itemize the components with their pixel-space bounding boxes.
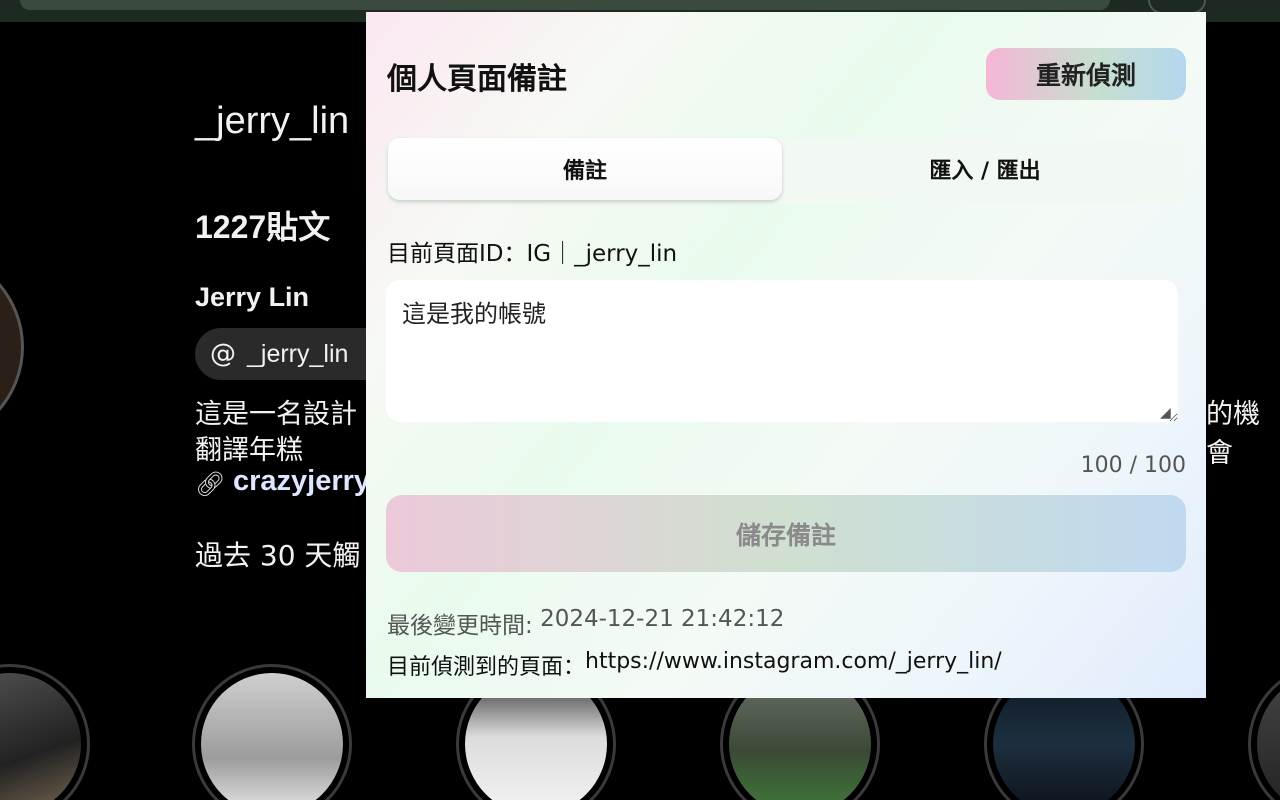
last-changed-value: 2024-12-21 21:42:12 xyxy=(540,606,785,632)
tab-import-export[interactable]: 匯入 / 匯出 xyxy=(788,138,1182,200)
detected-page-row: 目前偵測到的頁面： https://www.instagram.com/_jer… xyxy=(387,649,1002,681)
profile-posts-count[interactable]: 1227貼文 xyxy=(195,202,330,248)
story-highlight[interactable] xyxy=(192,664,352,800)
profile-username: _jerry_lin xyxy=(195,100,350,142)
popup-title: 個人頁面備註 xyxy=(387,62,567,97)
story-highlight[interactable] xyxy=(1248,664,1280,800)
profile-bio-line1: 這是一名設計 xyxy=(195,399,357,430)
tab-bar: 備註 匯入 / 匯出 xyxy=(386,138,1186,204)
page-id-value: IG｜_jerry_lin xyxy=(526,241,678,267)
detected-page-url: https://www.instagram.com/_jerry_lin/ xyxy=(585,649,1002,674)
tab-notes[interactable]: 備註 xyxy=(388,138,782,200)
last-changed-row: 最後變更時間: 2024-12-21 21:42:12 xyxy=(387,606,784,640)
detected-page-label: 目前偵測到的頁面： xyxy=(387,655,586,680)
page-id-label: 目前頁面ID： xyxy=(387,241,527,267)
char-counter: 100 / 100 xyxy=(1081,453,1186,478)
save-note-button[interactable]: 儲存備註 xyxy=(386,495,1186,572)
redetect-button[interactable]: 重新偵測 xyxy=(986,48,1186,100)
char-counter-separator: / xyxy=(1122,453,1144,478)
profile-bio-line1-tail: 的機會 xyxy=(1206,399,1260,469)
page-id-row: 目前頁面ID： IG｜_jerry_lin xyxy=(387,234,677,268)
profile-reach-text: 過去 30 天觸 xyxy=(195,539,361,572)
threads-icon: @ xyxy=(210,339,236,369)
last-changed-label: 最後變更時間: xyxy=(387,613,541,639)
profile-external-link[interactable]: crazyjerry xyxy=(233,465,370,498)
profile-bio-line2: 翻譯年糕 xyxy=(195,435,303,466)
threads-handle: _jerry_lin xyxy=(247,339,349,368)
screen: _jerry_lin 1227貼文 Jerry Lin @ _jerry_lin… xyxy=(0,0,1280,800)
profile-full-name: Jerry Lin xyxy=(195,282,310,312)
note-textarea[interactable]: 這是我的帳號 xyxy=(386,280,1178,422)
char-counter-max: 100 xyxy=(1144,453,1186,478)
char-counter-current: 100 xyxy=(1080,453,1123,478)
story-highlight[interactable] xyxy=(0,664,90,800)
link-icon: 🔗︎ xyxy=(195,470,226,498)
resize-grip-icon[interactable]: ◢ xyxy=(1160,406,1176,420)
threads-link-badge[interactable]: @ _jerry_lin xyxy=(195,328,395,380)
profile-avatar[interactable] xyxy=(0,250,24,444)
address-bar[interactable] xyxy=(20,0,1110,10)
notes-popup: 個人頁面備註 重新偵測 備註 匯入 / 匯出 目前頁面ID： IG｜_jerry… xyxy=(366,12,1206,698)
